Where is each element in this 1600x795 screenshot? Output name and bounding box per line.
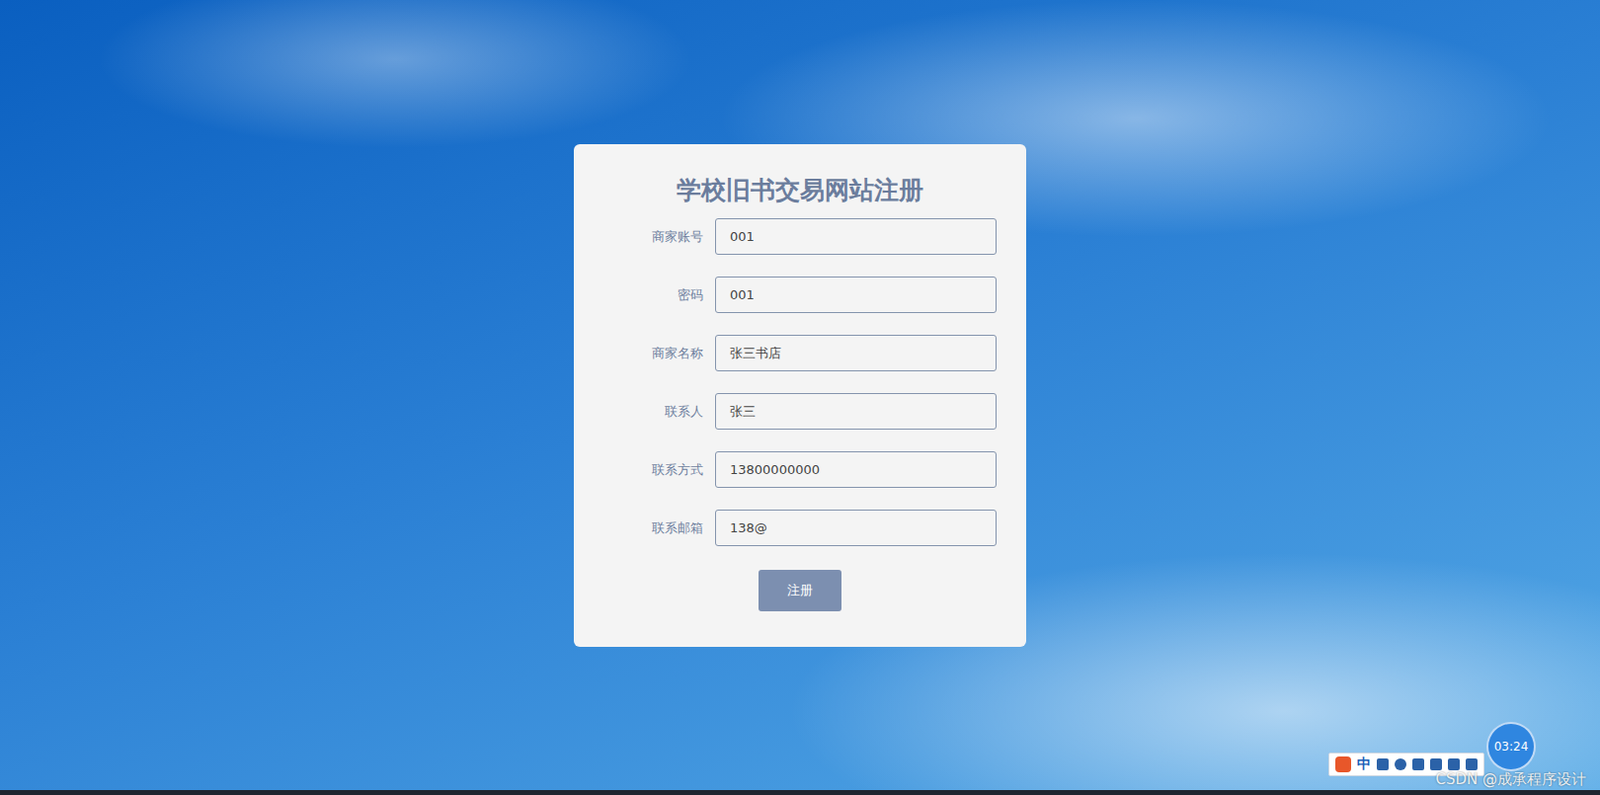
field-label: 商家名称 (603, 344, 704, 363)
ime-punct-icon[interactable] (1376, 758, 1389, 771)
form-actions: 注册 (603, 569, 997, 612)
ime-keyboard-icon[interactable] (1430, 758, 1442, 771)
form-row: 联系邮箱 (603, 509, 997, 547)
register-title: 学校旧书交易网站注册 (603, 173, 997, 207)
screen: 学校旧书交易网站注册 商家账号 密码 商家名称 联系人 联系方式 联系邮箱 注册… (0, 0, 1600, 795)
ime-mode[interactable]: 中 (1357, 755, 1371, 774)
text-field[interactable] (715, 509, 997, 547)
form-row: 商家账号 (603, 218, 997, 255)
form-row: 密码 (603, 276, 997, 314)
text-field[interactable] (715, 393, 997, 430)
ime-emoji-icon[interactable] (1394, 758, 1407, 771)
text-field[interactable] (715, 334, 997, 372)
field-label: 联系邮箱 (603, 519, 704, 538)
background-photo: 学校旧书交易网站注册 商家账号 密码 商家名称 联系人 联系方式 联系邮箱 注册 (0, 0, 1600, 791)
ime-skin-icon[interactable] (1447, 758, 1460, 771)
ime-menu-icon[interactable] (1465, 758, 1478, 771)
field-label: 商家账号 (603, 228, 704, 246)
register-button[interactable]: 注册 (758, 569, 842, 612)
register-card: 学校旧书交易网站注册 商家账号 密码 商家名称 联系人 联系方式 联系邮箱 注册 (573, 144, 1027, 647)
recording-timer: 03:24 (1486, 721, 1536, 772)
watermark: CSDN @成承程序设计 (1435, 770, 1587, 790)
taskbar (0, 790, 1600, 795)
form-row: 联系方式 (603, 451, 997, 488)
ime-logo-icon (1335, 756, 1352, 773)
field-label: 联系人 (603, 402, 704, 421)
ime-voice-icon[interactable] (1412, 758, 1425, 771)
form-row: 联系人 (603, 393, 997, 430)
text-field[interactable] (715, 276, 997, 314)
form-row: 商家名称 (603, 334, 997, 372)
text-field[interactable] (715, 218, 997, 255)
field-label: 联系方式 (603, 461, 704, 480)
field-label: 密码 (603, 286, 704, 305)
text-field[interactable] (715, 451, 997, 488)
